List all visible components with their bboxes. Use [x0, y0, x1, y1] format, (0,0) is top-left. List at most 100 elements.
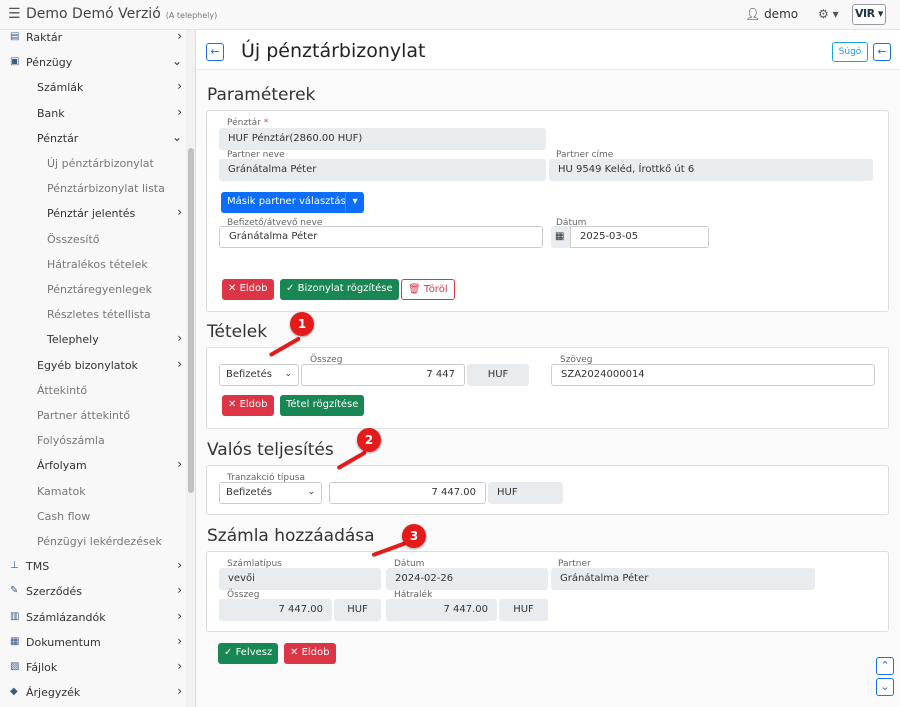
- choose-partner-dropdown-icon[interactable]: ▾: [345, 192, 364, 213]
- page-title: Új pénztárbizonylat: [241, 40, 426, 62]
- item-type-value: Befizetés: [226, 369, 272, 380]
- site-label: (A telephely): [165, 11, 218, 20]
- sidebar-item[interactable]: ⊥ TMS ›: [0, 554, 186, 579]
- contract-icon: ✎: [10, 585, 19, 597]
- user-menu[interactable]: 👤︎ demo: [745, 7, 798, 21]
- calendar-icon[interactable]: ▦: [551, 226, 570, 248]
- sidebar-item-label: Pénztárbizonylat lista: [47, 182, 165, 196]
- sidebar-item[interactable]: Árfolyam ›: [0, 453, 186, 478]
- amount-input[interactable]: 7 447: [301, 364, 465, 386]
- amount-currency: HUF: [467, 364, 529, 386]
- sidebar-item[interactable]: Folyószámla: [0, 428, 186, 453]
- sidebar-item[interactable]: ▥ Számlázandók ›: [0, 605, 186, 630]
- sidebar-item[interactable]: Pénztáregyenlegek: [0, 277, 186, 302]
- cashdesk-field[interactable]: HUF Pénztár(2860.00 HUF): [219, 128, 546, 150]
- tx-type-select[interactable]: Befizetés ⌄: [219, 482, 322, 504]
- x-icon: ✕: [228, 283, 237, 294]
- sidebar-item[interactable]: Összesítő: [0, 227, 186, 252]
- sidebar-item[interactable]: Egyéb bizonylatok ›: [0, 353, 186, 378]
- actual-card: Tranzakció típusa Befizetés ⌄ 7 447.00 HU…: [206, 465, 889, 515]
- marker-3: 3: [402, 524, 426, 548]
- settings-gear-icon[interactable]: ⚙ ▾: [818, 7, 839, 21]
- chevron-right-icon: ›: [177, 457, 182, 472]
- payer-input[interactable]: Gránátalma Péter: [219, 226, 543, 248]
- date-input[interactable]: 2025-03-05: [570, 226, 709, 248]
- invoice-amount-field: 7 447.00: [219, 599, 332, 621]
- sidebar-item-label: Cash flow: [37, 509, 91, 523]
- actual-amount-input[interactable]: 7 447.00: [329, 482, 486, 504]
- sidebar-item-label: Számlák: [37, 81, 84, 95]
- cashdesk-label: Pénztár *: [227, 118, 269, 128]
- hamburger-menu-icon[interactable]: ☰: [8, 6, 21, 22]
- sidebar-item-label: Számlázandók: [26, 610, 106, 624]
- delete-button[interactable]: 🗑︎ Töröl: [401, 279, 455, 300]
- invoice-icon: ▥: [10, 610, 20, 622]
- sidebar-item[interactable]: Pénztár jelentés ›: [0, 201, 186, 226]
- actual-heading: Valós teljesítés: [207, 440, 334, 460]
- sidebar-item-label: Raktár: [26, 31, 63, 44]
- text-input[interactable]: SZA2024000014: [551, 364, 875, 386]
- sidebar-item[interactable]: Cash flow: [0, 504, 186, 529]
- sidebar-item[interactable]: ✎ Szerződés ›: [0, 579, 186, 604]
- chevron-right-icon: ›: [177, 104, 182, 119]
- sidebar: ▤ Raktár › ▣ Pénzügy ⌄ Számlák › Bank › Pénztár ⌄ Új…: [0, 30, 196, 707]
- sidebar-item-label: Pénzügyi lekérdezések: [37, 535, 162, 548]
- sidebar-item-label: Folyószámla: [37, 434, 105, 448]
- scroll-up-icon[interactable]: ⌃: [876, 657, 894, 675]
- sidebar-item[interactable]: Pénzügyi lekérdezések: [0, 529, 186, 554]
- invoice-date-field: 2024-02-26: [386, 568, 548, 590]
- add-text: Felvesz: [235, 647, 273, 658]
- partner-name-field[interactable]: Gránátalma Péter: [219, 159, 546, 181]
- sidebar-item[interactable]: ▤ Raktár ›: [0, 30, 186, 50]
- partner-address-field[interactable]: HU 9549 Keléd, Írottkő út 6: [549, 159, 873, 181]
- sidebar-item[interactable]: Partner áttekintő: [0, 403, 186, 428]
- params-discard-button[interactable]: ✕ Eldob: [222, 279, 274, 300]
- save-voucher-text: Bizonylat rögzítése: [297, 283, 393, 294]
- sidebar-item[interactable]: ▧ Fájlok ›: [0, 655, 186, 680]
- invoice-card: Számlatípus vevői Dátum 2024-02-26 Partn…: [206, 551, 889, 632]
- invoice-type-field: vevői: [219, 568, 381, 590]
- sidebar-item-label: Fájlok: [26, 661, 58, 674]
- chevron-right-icon: ›: [177, 608, 182, 623]
- sidebar-item[interactable]: ◆ Árjegyzék ›: [0, 680, 186, 705]
- logo-text: VIR: [855, 7, 875, 20]
- sidebar-item[interactable]: Hátralékos tételek: [0, 252, 186, 277]
- sidebar-scroll-thumb[interactable]: [188, 148, 194, 493]
- sidebar-item-label: TMS: [26, 560, 50, 574]
- sidebar-item[interactable]: ▦ Dokumentum ›: [0, 630, 186, 655]
- sidebar-item-label: Pénztár: [37, 131, 79, 145]
- item-type-select[interactable]: Befizetés ⌄: [219, 364, 299, 386]
- sidebar-item[interactable]: Telephely ›: [0, 327, 186, 352]
- help-button[interactable]: Súgó: [832, 42, 868, 62]
- sidebar-item[interactable]: Új pénztárbizonylat: [0, 151, 186, 176]
- sidebar-item-label: Egyéb bizonylatok: [37, 358, 138, 372]
- chevron-right-icon: ›: [177, 633, 182, 648]
- sidebar-item[interactable]: Kamatok: [0, 479, 186, 504]
- save-item-button[interactable]: Tétel rögzítése: [280, 395, 365, 416]
- back-arrow-right-icon[interactable]: ←: [873, 43, 891, 61]
- sidebar-item-label: Árfolyam: [37, 459, 87, 473]
- sidebar-item[interactable]: Számlák ›: [0, 75, 186, 100]
- app-title-text: Demo Demó Verzió: [26, 6, 161, 22]
- back-arrow-icon[interactable]: ←: [206, 43, 224, 61]
- chevron-down-icon: ⌄: [307, 487, 315, 497]
- scroll-down-icon[interactable]: ⌄: [876, 678, 894, 696]
- footer-discard-button[interactable]: ✕ Eldob: [284, 643, 336, 664]
- sidebar-item[interactable]: Részletes tétellista: [0, 302, 186, 327]
- save-voucher-button[interactable]: ✓ Bizonylat rögzítése: [280, 279, 399, 300]
- tx-type-value: Befizetés: [226, 487, 272, 498]
- sidebar-item-label: Szerződés: [26, 585, 83, 599]
- delete-text: Töröl: [423, 284, 448, 295]
- tag-icon: ◆: [10, 686, 18, 698]
- sidebar-item[interactable]: Pénztárbizonylat lista: [0, 176, 186, 201]
- chevron-right-icon: ›: [177, 583, 182, 598]
- vir-logo[interactable]: VIR ▾: [852, 4, 886, 25]
- sidebar-item[interactable]: ▣ Pénzügy ⌄: [0, 50, 186, 75]
- sidebar-item[interactable]: Pénztár ⌄: [0, 126, 186, 151]
- sidebar-item[interactable]: Áttekintő: [0, 378, 186, 403]
- add-button[interactable]: ✓ Felvesz: [218, 643, 279, 664]
- choose-partner-button[interactable]: Másik partner választása: [221, 192, 360, 213]
- sidebar-item[interactable]: Bank ›: [0, 101, 186, 126]
- chevron-down-icon: ⌄: [171, 129, 182, 144]
- items-discard-button[interactable]: ✕ Eldob: [222, 395, 274, 416]
